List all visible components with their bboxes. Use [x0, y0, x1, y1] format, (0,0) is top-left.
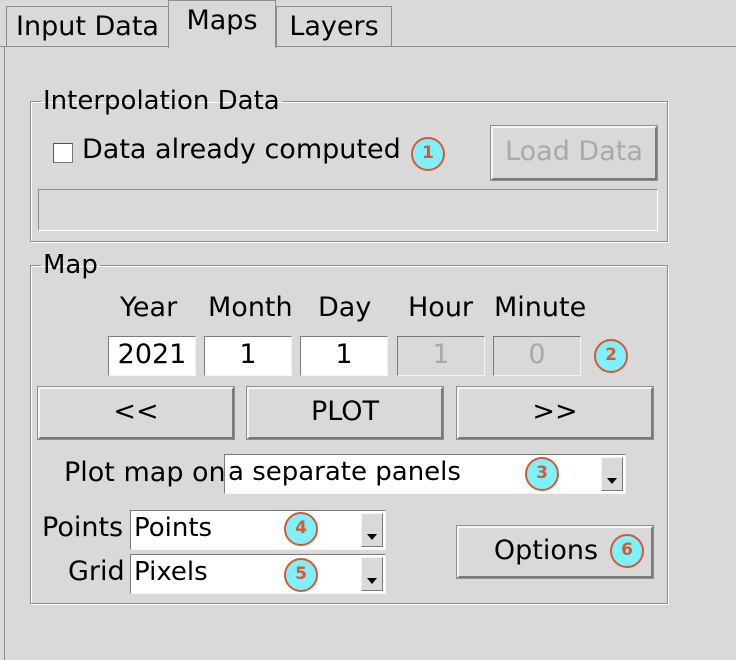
- callout-marker-4: 4: [284, 512, 318, 546]
- points-select[interactable]: Points: [130, 510, 386, 550]
- map-legend: Map: [43, 250, 98, 280]
- hour-header: Hour: [408, 292, 474, 323]
- interpolation-data-legend: Interpolation Data: [43, 86, 280, 116]
- minute-input: 0: [493, 336, 581, 376]
- points-label: Points: [42, 512, 124, 543]
- day-input[interactable]: 1: [300, 336, 388, 376]
- month-input[interactable]: 1: [204, 336, 292, 376]
- chevron-down-icon[interactable]: [361, 513, 383, 547]
- tab-maps[interactable]: Maps: [168, 0, 276, 48]
- tab-input-data[interactable]: Input Data: [6, 6, 169, 46]
- load-data-button[interactable]: Load Data: [490, 125, 658, 181]
- previous-button[interactable]: <<: [37, 386, 235, 440]
- interpolation-status-field: [38, 189, 658, 231]
- minute-header: Minute: [494, 292, 587, 323]
- chevron-down-icon[interactable]: [601, 457, 623, 491]
- plot-on-select-value: a separate panels: [228, 457, 461, 487]
- plot-button[interactable]: PLOT: [246, 386, 444, 440]
- points-select-value: Points: [134, 513, 213, 543]
- month-header: Month: [208, 292, 293, 323]
- callout-marker-6: 6: [610, 534, 644, 568]
- tab-bar: Input Data Maps Layers: [0, 0, 736, 48]
- hour-input: 1: [397, 336, 485, 376]
- tab-layers[interactable]: Layers: [276, 6, 392, 46]
- tab-bar-divider: [0, 46, 736, 47]
- data-computed-checkbox[interactable]: [53, 143, 73, 163]
- data-computed-label: Data already computed: [82, 134, 401, 165]
- callout-marker-1: 1: [411, 137, 445, 171]
- callout-marker-2: 2: [594, 339, 628, 373]
- callout-marker-3: 3: [525, 457, 559, 491]
- chevron-down-icon[interactable]: [361, 557, 383, 591]
- plot-on-select[interactable]: a separate panels: [224, 454, 626, 494]
- callout-marker-5: 5: [284, 558, 318, 592]
- next-button[interactable]: >>: [456, 386, 654, 440]
- year-header: Year: [120, 292, 178, 323]
- grid-select-value: Pixels: [134, 557, 208, 587]
- panel-left-edge: [4, 46, 5, 660]
- grid-select[interactable]: Pixels: [130, 554, 386, 594]
- plot-on-label: Plot map on: [64, 457, 226, 488]
- day-header: Day: [318, 292, 372, 323]
- year-input[interactable]: 2021: [108, 336, 196, 376]
- grid-label: Grid: [68, 556, 125, 587]
